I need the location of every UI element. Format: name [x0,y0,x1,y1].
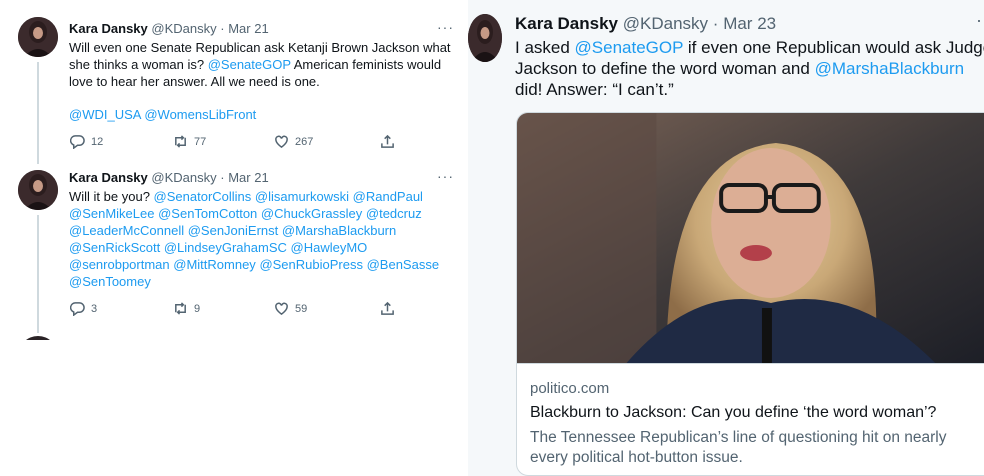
author-handle[interactable]: @KDansky [151,21,216,36]
tweet-text-part: I asked [515,38,575,57]
separator-dot: · [220,21,225,36]
mention-link[interactable]: @LindseyGrahamSC [164,240,287,255]
thread-line [37,62,39,164]
tweet-header: Kara Dansky @KDansky · Mar 21 [69,170,269,185]
like-count: 59 [295,302,308,315]
left-thread-panel: Kara Dansky @KDansky · Mar 21 ··· Will e… [0,0,462,340]
share-button[interactable] [380,301,395,316]
link-preview-card[interactable]: politico.com Blackburn to Jackson: Can y… [516,112,984,476]
tweet-actions: 12 77 267 [70,134,395,149]
author-name[interactable]: Kara Dansky [515,14,618,33]
tweet-text: Will it be you? @SenatorCollins @lisamur… [69,188,457,290]
author-handle[interactable]: @KDansky [623,14,708,33]
tweet-text: Will even one Senate Republican ask Keta… [69,39,457,90]
mention-link[interactable]: @SenatorCollins [154,189,252,204]
mention-link[interactable]: @MittRomney [173,257,256,272]
avatar[interactable] [468,14,502,62]
separator-dot: · [220,170,225,185]
tweet-text: I asked @SenateGOP if even one Republica… [515,37,984,100]
tweet-date[interactable]: Mar 23 [723,14,776,33]
mention-link[interactable]: @SenRickScott [69,240,160,255]
mention-link[interactable]: @tedcruz [366,206,422,221]
tweet-text-part: did! Answer: “I can’t.” [515,80,674,99]
quoted-tweet-panel: Kara Dansky @KDansky · Mar 23 · I asked … [468,0,984,476]
author-name[interactable]: Kara Dansky [69,21,148,36]
retweet-count: 9 [194,302,201,315]
share-button[interactable] [380,134,395,149]
author-handle[interactable]: @KDansky [151,170,216,185]
avatar[interactable] [18,336,58,340]
retweet-button[interactable]: 9 [173,301,274,316]
avatar[interactable] [18,170,58,210]
reply-count: 12 [91,135,104,148]
mention-link[interactable]: @LeaderMcConnell [69,223,184,238]
article-photo[interactable] [517,113,984,363]
share-icon [381,134,394,148]
mention-link[interactable]: @senrobportman [69,257,170,272]
mention-link[interactable]: @SenMikeLee [69,206,154,221]
mention-link[interactable]: @HawleyMO [291,240,368,255]
card-body: politico.com Blackburn to Jackson: Can y… [517,363,984,475]
mention-link[interactable]: @MarshaBlackburn [815,59,965,78]
card-description: The Tennessee Republican’s line of quest… [530,429,947,466]
tweet-text-part: Will it be you? [69,189,154,204]
thread-line [37,215,39,333]
card-domain: politico.com [530,380,610,397]
retweet-icon [175,302,186,315]
retweet-count: 77 [194,135,207,148]
like-icon [275,302,288,316]
tweet-mentions: @WDI_USA @WomensLibFront [69,106,457,123]
mention-link[interactable]: @SenJoniErnst [188,223,279,238]
reply-count: 3 [91,302,98,315]
mention-link[interactable]: @SenRubioPress [259,257,363,272]
more-icon[interactable]: ··· [437,19,454,35]
reply-icon [70,135,85,149]
reply-icon [70,302,85,316]
mention-link[interactable]: @MarshaBlackburn [282,223,396,238]
like-icon [275,135,288,149]
card-title[interactable]: Blackburn to Jackson: Can you define ‘th… [530,404,936,422]
mention-link[interactable]: @ChuckGrassley [261,206,362,221]
mention-link[interactable]: @BenSasse [367,257,439,272]
avatar[interactable] [18,17,58,57]
tweet-date[interactable]: Mar 21 [228,21,268,36]
mention-link[interactable]: @SenTomCotton [158,206,257,221]
reply-button[interactable]: 12 [70,134,173,149]
like-button[interactable]: 267 [274,134,380,149]
mention-link[interactable]: @RandPaul [353,189,423,204]
tweet-date[interactable]: Mar 21 [228,170,268,185]
retweet-icon [175,135,186,148]
share-icon [381,301,394,315]
author-name[interactable]: Kara Dansky [69,170,148,185]
like-button[interactable]: 59 [274,301,380,316]
mention-link[interactable]: @WDI_USA [69,107,141,122]
reply-button[interactable]: 3 [70,301,173,316]
like-count: 267 [295,135,314,148]
more-icon[interactable]: ··· [437,168,454,184]
separator-dot: · [712,14,719,33]
mention-link[interactable]: @SenateGOP [575,38,684,57]
retweet-button[interactable]: 77 [173,134,274,149]
tweet-header: Kara Dansky @KDansky · Mar 21 [69,21,269,36]
mention-link[interactable]: @SenateGOP [208,57,291,72]
mention-link[interactable]: @WomensLibFront [144,107,256,122]
more-icon[interactable]: · [976,10,983,31]
mention-link[interactable]: @lisamurkowski [255,189,349,204]
mention-link[interactable]: @SenToomey [69,274,151,289]
tweet-header: Kara Dansky @KDansky · Mar 23 [515,14,776,34]
tweet-actions: 3 9 59 [70,301,395,316]
